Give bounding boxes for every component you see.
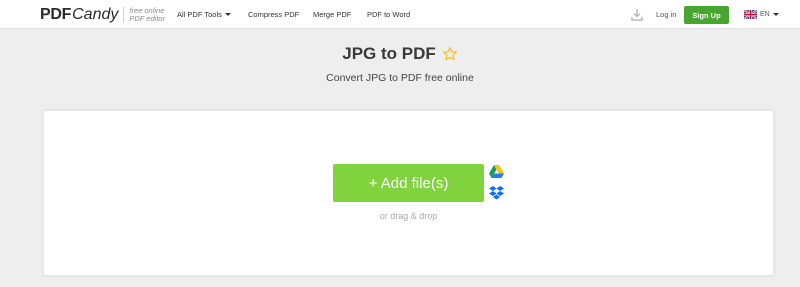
- caret-down-icon: [224, 13, 231, 16]
- caret-down-icon: [772, 13, 779, 16]
- nav-all-pdf-tools[interactable]: All PDF Tools: [177, 0, 231, 29]
- logo-pdf-text: PDF: [40, 6, 72, 23]
- dropbox-icon[interactable]: [489, 186, 504, 200]
- nav-all-pdf-tools-label: All PDF Tools: [177, 10, 222, 19]
- nav-pdf-to-word[interactable]: PDF to Word: [367, 0, 410, 29]
- login-label: Log in: [656, 10, 677, 19]
- top-header: PDF Candy free online PDF editor All PDF…: [0, 0, 800, 29]
- login-link[interactable]: Log in: [656, 0, 676, 29]
- nav-merge-pdf[interactable]: Merge PDF: [313, 0, 351, 29]
- pdfcandy-logo[interactable]: PDF Candy free online PDF editor: [40, 4, 165, 26]
- drag-drop-hint: or drag & drop: [379, 211, 438, 221]
- download-icon[interactable]: [631, 8, 643, 21]
- add-files-button[interactable]: + Add file(s): [333, 164, 484, 202]
- logo-divider: [123, 7, 125, 23]
- nav-merge-pdf-label: Merge PDF: [313, 10, 352, 19]
- logo-tagline-line-2: PDF editor: [129, 14, 166, 23]
- add-files-label: + Add file(s): [368, 174, 449, 192]
- language-selector[interactable]: EN: [744, 8, 779, 21]
- logo-candy-text: Candy: [72, 6, 119, 23]
- nav-compress-pdf-label: Compress PDF: [248, 10, 300, 19]
- nav-compress-pdf[interactable]: Compress PDF: [248, 0, 299, 29]
- language-label: EN: [760, 11, 770, 18]
- signup-button[interactable]: Sign Up: [684, 6, 729, 24]
- page-title-row: JPG to PDF: [0, 44, 800, 64]
- page-title: JPG to PDF: [342, 44, 436, 63]
- logo-tagline: free online PDF editor: [129, 7, 165, 23]
- nav-pdf-to-word-label: PDF to Word: [367, 10, 411, 19]
- signup-label: Sign Up: [692, 10, 721, 20]
- uk-flag-icon: [744, 10, 757, 19]
- star-icon[interactable]: [442, 46, 458, 62]
- google-drive-icon[interactable]: [489, 165, 504, 178]
- page-subtitle: Convert JPG to PDF free online: [326, 72, 474, 84]
